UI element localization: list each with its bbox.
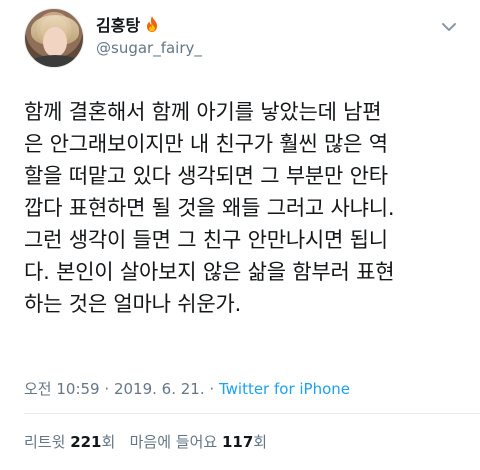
tweet-meta: 오전 10:59 · 2019. 6. 21. · Twitter for iP… <box>24 378 350 399</box>
tweet-time[interactable]: 오전 10:59 <box>24 380 100 398</box>
user-handle[interactable]: @sugar_fairy_ <box>96 39 202 57</box>
tweet-line: 함께 결혼해서 함께 아기를 낳았는데 남편 <box>24 100 382 124</box>
display-name-row[interactable]: 김홍탕 <box>96 12 202 36</box>
tweet-line: 깝다 표현하면 될 것을 왜들 그러고 사냐니. <box>24 196 395 220</box>
tweet-line: 은 안그래보이지만 내 친구가 훨씬 많은 역 <box>24 132 388 156</box>
avatar-shirt <box>29 55 81 67</box>
tweet-text: 함께 결혼해서 함께 아기를 낳았는데 남편 은 안그래보이지만 내 친구가 훨… <box>24 96 468 320</box>
retweet-label: 리트윗 <box>24 433 66 451</box>
meta-separator: · <box>209 380 215 398</box>
tweet-options-button[interactable] <box>438 16 460 38</box>
tweet-line: 할을 떠맡고 있다 생각되면 그 부분만 안타 <box>24 164 388 188</box>
tweet-source-link[interactable]: Twitter for iPhone <box>219 380 350 398</box>
tweet-stats: 리트윗 221회 마음에 들어요 117회 <box>24 431 267 452</box>
retweet-unit: 회 <box>101 433 116 451</box>
retweet-count: 221 <box>70 433 102 451</box>
display-name[interactable]: 김홍탕 <box>96 12 140 36</box>
user-names: 김홍탕 @sugar_fairy_ <box>96 14 202 57</box>
like-unit: 회 <box>253 433 268 451</box>
avatar-face <box>43 27 67 57</box>
fire-icon <box>144 15 160 33</box>
like-label: 마음에 들어요 <box>129 433 218 451</box>
tweet-line: 그런 생각이 들면 그 친구 안만나시면 됩니 <box>24 228 388 252</box>
meta-separator: · <box>104 380 110 398</box>
tweet-date[interactable]: 2019. 6. 21. <box>114 380 205 398</box>
avatar[interactable] <box>24 8 84 68</box>
chevron-down-icon <box>442 23 456 31</box>
like-count: 117 <box>221 433 254 451</box>
divider <box>24 413 480 414</box>
tweet-line: 하는 것은 얼마나 쉬운가. <box>24 292 242 316</box>
tweet-header: 김홍탕 @sugar_fairy_ <box>24 6 464 68</box>
retweet-stat[interactable]: 리트윗 221회 <box>24 433 115 451</box>
tweet-line: 다. 본인이 살아보지 않은 삶을 함부러 표현 <box>24 260 395 284</box>
like-stat[interactable]: 마음에 들어요 117회 <box>130 433 267 451</box>
